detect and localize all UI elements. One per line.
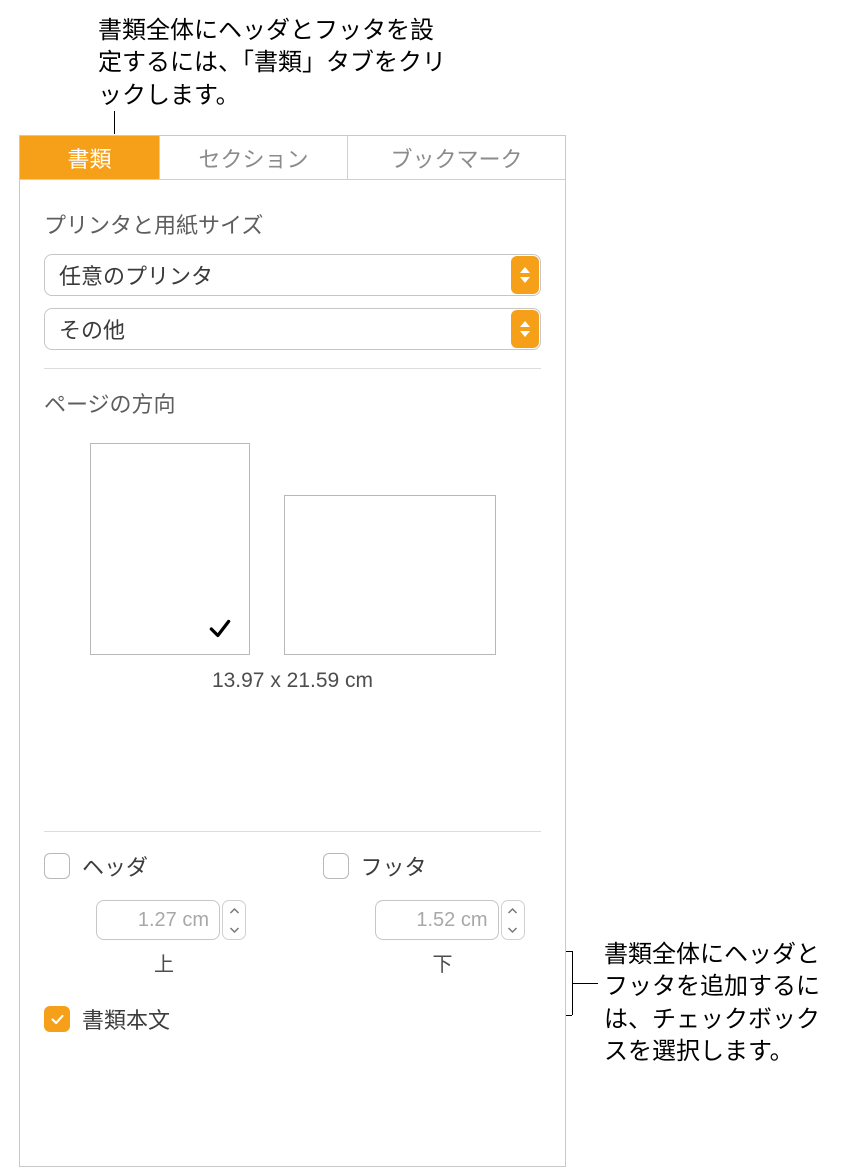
orientation-portrait-button[interactable] (90, 443, 250, 655)
divider (44, 831, 541, 832)
footer-margin-stepper-buttons (501, 900, 525, 940)
document-body-checkbox[interactable] (44, 1006, 70, 1032)
header-checkbox-label: ヘッダ (82, 850, 148, 882)
orientation-landscape-button[interactable] (284, 495, 496, 655)
document-inspector-panel: 書類 セクション ブックマーク プリンタと用紙サイズ 任意のプリンタ その他 ペ… (19, 135, 566, 1167)
footer-checkbox-label: フッタ (361, 850, 427, 882)
callout-right-text: 書類全体にヘッダとフッタを追加するには、チェックボックスを選択します。 (604, 939, 841, 1069)
stepper-down-button[interactable] (502, 920, 524, 939)
dropdown-button-icon[interactable] (511, 310, 539, 348)
paper-size-select[interactable]: その他 (44, 308, 541, 350)
printer-paper-title: プリンタと用紙サイズ (44, 208, 541, 240)
tab-section[interactable]: セクション (160, 136, 348, 179)
callout-bracket (572, 983, 598, 984)
chevron-up-icon (520, 321, 530, 327)
footer-checkbox-row[interactable]: フッタ (323, 850, 427, 882)
panel-content: プリンタと用紙サイズ 任意のプリンタ その他 ページの方向 (20, 180, 565, 1077)
chevron-down-icon (520, 277, 530, 283)
checkmark-icon (205, 614, 235, 644)
header-checkbox-row[interactable]: ヘッダ (44, 850, 148, 882)
tab-bookmarks[interactable]: ブックマーク (348, 136, 565, 179)
header-checkbox[interactable] (44, 853, 70, 879)
tab-bar: 書類 セクション ブックマーク (20, 136, 565, 180)
dropdown-button-icon[interactable] (511, 256, 539, 294)
footer-margin-input[interactable]: 1.52 cm (375, 900, 499, 940)
callout-top-text: 書類全体にヘッダとフッタを設定するには、「書類」タブをクリックします。 (98, 15, 448, 112)
header-margin-input[interactable]: 1.27 cm (96, 900, 220, 940)
footer-block: フッタ 1.52 cm 下 (323, 850, 542, 977)
stepper-up-button[interactable] (223, 901, 245, 920)
footer-margin-stepper: 1.52 cm (375, 900, 525, 940)
chevron-up-icon (520, 267, 530, 273)
page-dimensions-label: 13.97 x 21.59 cm (44, 669, 541, 693)
header-footer-section: ヘッダ 1.27 cm 上 (44, 850, 541, 1035)
header-block: ヘッダ 1.27 cm 上 (44, 850, 263, 977)
divider (44, 368, 541, 369)
header-margin-stepper-buttons (222, 900, 246, 940)
document-body-checkbox-row[interactable]: 書類本文 (44, 1003, 541, 1035)
stepper-down-button[interactable] (223, 920, 245, 939)
chevron-down-icon (520, 331, 530, 337)
orientation-options (44, 443, 541, 655)
printer-select-value: 任意のプリンタ (44, 254, 541, 296)
footer-checkbox[interactable] (323, 853, 349, 879)
printer-select[interactable]: 任意のプリンタ (44, 254, 541, 296)
stepper-up-button[interactable] (502, 901, 524, 920)
paper-size-value: その他 (44, 308, 541, 350)
footer-margin-position-label: 下 (433, 948, 453, 977)
document-body-checkbox-label: 書類本文 (82, 1003, 170, 1035)
callout-line (114, 111, 115, 134)
header-margin-stepper: 1.27 cm (96, 900, 246, 940)
page-orientation-title: ページの方向 (44, 387, 541, 419)
header-margin-position-label: 上 (154, 948, 174, 977)
tab-document[interactable]: 書類 (20, 136, 160, 179)
